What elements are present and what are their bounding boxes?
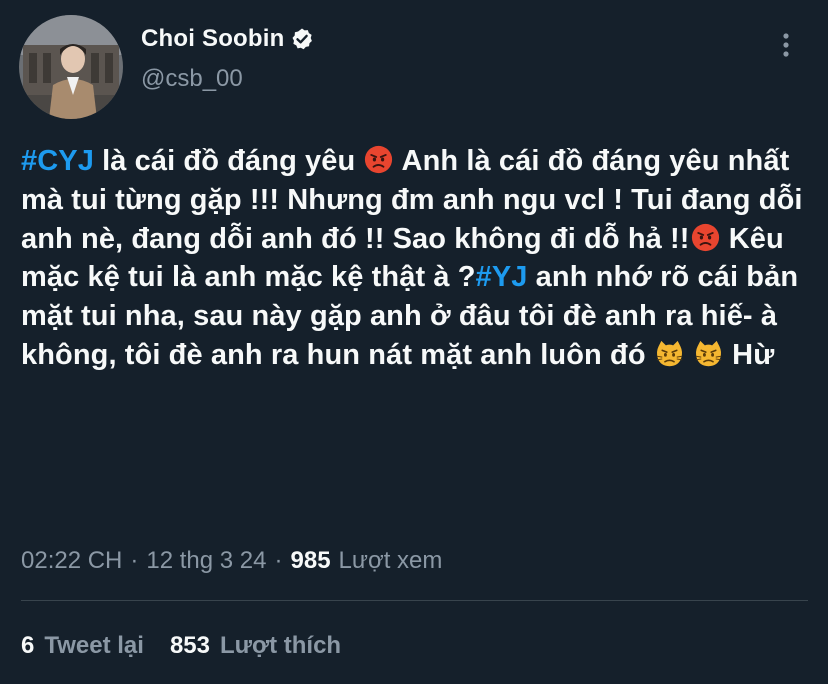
pouting-face-emoji-icon <box>364 145 393 174</box>
tweet-text-segment: Hừ <box>724 338 775 371</box>
meta-separator: · <box>130 547 139 574</box>
meta-separator: · <box>274 547 283 574</box>
author-handle[interactable]: @csb_00 <box>141 65 243 93</box>
views-label: Lượt xem <box>338 547 443 574</box>
tweet-text: #CYJ là cái đồ đáng yêu Anh là cái đồ đá… <box>21 142 816 375</box>
retweets-count: 6 <box>21 632 35 659</box>
likes-stat[interactable]: 853 Lượt thích <box>170 632 341 660</box>
hashtag-link[interactable]: #YJ <box>476 261 528 293</box>
more-vertical-icon <box>783 33 789 57</box>
pouting-face-emoji-icon <box>691 223 720 252</box>
author-name-row: Choi Soobin <box>141 22 314 56</box>
likes-count: 853 <box>169 632 210 659</box>
tweet-stats: 6 Tweet lại 853 Lượt thích <box>21 628 367 664</box>
tweet-date[interactable]: 12 thg 3 24 <box>146 547 266 575</box>
display-name[interactable]: Choi Soobin <box>141 25 285 53</box>
retweets-label: Tweet lại <box>44 632 144 659</box>
tweet-text-segment: là cái đồ đáng yêu <box>93 145 364 177</box>
pouting-cat-emoji-icon <box>655 339 684 368</box>
verified-badge-icon <box>290 27 314 51</box>
hashtag-link[interactable]: #CYJ <box>21 145 94 177</box>
retweets-stat[interactable]: 6 Tweet lại <box>21 632 144 660</box>
avatar[interactable] <box>19 15 123 119</box>
tweet-meta: 02:22 CH · 12 thg 3 24 · 985 Lượt xem <box>21 543 442 579</box>
divider <box>21 600 808 601</box>
views-count: 985 <box>290 547 331 574</box>
pouting-cat-emoji-icon <box>694 339 723 368</box>
more-options-button[interactable] <box>770 30 802 62</box>
tweet-time[interactable]: 02:22 CH <box>21 547 122 575</box>
likes-label: Lượt thích <box>220 632 342 659</box>
avatar-photo <box>19 15 123 119</box>
tweet-text-segment <box>685 339 693 371</box>
